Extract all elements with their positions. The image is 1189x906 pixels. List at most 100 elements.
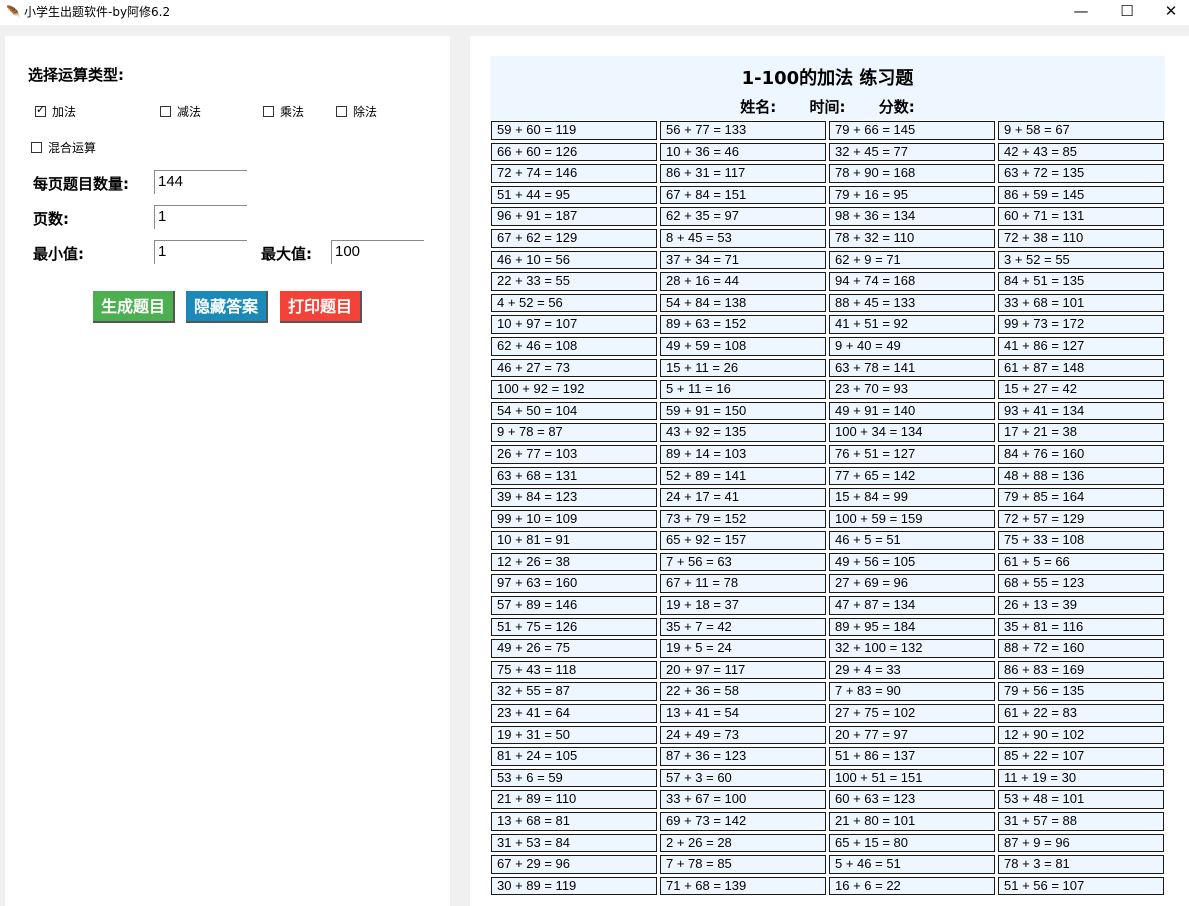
problem-cell: 69 + 73 = 142 [660,812,826,831]
problem-cell: 4 + 52 = 56 [491,293,657,313]
worksheet-panel: 1-100的加法 练习题 姓名: 时间: 分数: 59 + 60 = 119 56… [470,36,1189,906]
feather-icon: 🪶 [6,5,21,19]
problem-cell: 12 + 90 = 102 [998,725,1164,745]
problem-cell: 61 + 5 = 66 [998,552,1164,572]
problem-cell: 8 + 45 = 53 [660,228,826,248]
problem-cell: 67 + 84 = 151 [660,185,826,205]
close-button[interactable]: ✕ [1148,0,1189,25]
problem-cell: 19 + 31 = 50 [491,725,657,745]
problem-cell: 63 + 68 = 131 [491,466,657,486]
problem-cell: 19 + 18 = 37 [660,596,826,615]
problem-cell: 31 + 57 = 88 [998,812,1164,831]
problem-cell: 67 + 62 = 129 [491,228,657,248]
per-page-input[interactable]: 144 [154,170,247,194]
problem-cell: 100 + 51 = 151 [829,768,995,788]
problem-cell: 72 + 57 = 129 [998,509,1164,529]
worksheet-title: 1-100的加法 练习题 [741,68,914,89]
problem-cell: 20 + 77 = 97 [829,725,995,745]
problem-cell: 10 + 36 = 46 [660,142,826,162]
minimize-button[interactable]: — [1058,0,1104,25]
problem-cell: 46 + 10 = 56 [491,250,657,270]
problem-cell: 60 + 71 = 131 [998,207,1164,226]
problem-cell: 89 + 95 = 184 [829,617,995,637]
problem-cell: 98 + 36 = 134 [829,207,995,226]
problem-cell: 94 + 74 = 168 [829,272,995,291]
checkbox-mixed[interactable]: 混合运算 [31,139,96,156]
checkbox-division[interactable]: 除法 [336,103,377,120]
problem-cell: 19 + 5 = 24 [660,639,826,658]
problem-cell: 73 + 79 = 152 [660,509,826,529]
checkbox-label: 减法 [177,105,202,119]
problem-cell: 39 + 84 = 123 [491,488,657,507]
problem-cell: 57 + 3 = 60 [660,768,826,788]
problem-cell: 54 + 50 = 104 [491,401,657,421]
worksheet-header: 1-100的加法 练习题 姓名: 时间: 分数: [490,56,1165,120]
problem-cell: 51 + 56 = 107 [998,876,1164,896]
checkbox-box[interactable] [35,103,46,117]
problem-cell: 16 + 6 = 22 [829,876,995,896]
problem-cell: 23 + 70 = 93 [829,380,995,399]
problem-cell: 15 + 27 = 42 [998,380,1164,399]
problem-cell: 51 + 44 = 95 [491,185,657,205]
problem-cell: 22 + 33 = 55 [491,272,657,291]
problem-cell: 79 + 56 = 135 [998,682,1164,702]
problem-cell: 62 + 35 = 97 [660,207,826,226]
checkbox-multiplication[interactable]: 乘法 [263,103,304,120]
problem-cell: 27 + 69 = 96 [829,574,995,594]
problem-cell: 79 + 66 = 145 [829,121,995,140]
checkbox-addition[interactable]: 加法 [35,103,76,120]
problem-cell: 27 + 75 = 102 [829,704,995,723]
problem-cell: 68 + 55 = 123 [998,574,1164,594]
print-button[interactable]: 打印题目 [280,291,362,323]
checkbox-label: 加法 [52,105,77,119]
problem-cell: 59 + 60 = 119 [491,121,657,140]
problem-cell: 59 + 91 = 150 [660,401,826,421]
problem-cell: 17 + 21 = 38 [998,423,1164,442]
problem-cell: 32 + 55 = 87 [491,682,657,702]
max-value-input[interactable]: 100 [331,240,424,264]
time-label: 时间: [809,98,846,116]
problem-cell: 87 + 9 = 96 [998,833,1164,853]
problem-cell: 20 + 97 = 117 [660,660,826,680]
maximize-button[interactable]: ☐ [1104,0,1150,25]
problem-cell: 9 + 58 = 67 [998,121,1164,140]
problem-cell: 12 + 26 = 38 [491,552,657,572]
problem-cell: 32 + 45 = 77 [829,142,995,162]
checkbox-box[interactable] [336,106,347,117]
hide-answers-button[interactable]: 隐藏答案 [186,291,268,323]
problem-cell: 7 + 56 = 63 [660,552,826,572]
problem-cell: 21 + 80 = 101 [829,812,995,831]
problem-cell: 97 + 63 = 160 [491,574,657,594]
problem-cell: 78 + 32 = 110 [829,228,995,248]
problem-cell: 41 + 51 = 92 [829,315,995,334]
checkbox-box[interactable] [160,106,171,117]
problem-cell: 9 + 78 = 87 [491,423,657,442]
problem-cell: 49 + 59 = 108 [660,336,826,356]
problem-cell: 35 + 81 = 116 [998,617,1164,637]
problem-cell: 24 + 17 = 41 [660,488,826,507]
problem-cell: 22 + 36 = 58 [660,682,826,702]
problem-cell: 100 + 92 = 192 [491,380,657,399]
problem-cell: 79 + 85 = 164 [998,488,1164,507]
problem-cell: 15 + 11 = 26 [660,358,826,378]
pages-label: 页数: [33,210,69,228]
problem-cell: 88 + 72 = 160 [998,639,1164,658]
problem-cell: 2 + 26 = 28 [660,833,826,853]
problem-cell: 99 + 73 = 172 [998,315,1164,334]
min-value-input[interactable]: 1 [154,240,247,264]
problem-cell: 7 + 78 = 85 [660,855,826,874]
generate-button[interactable]: 生成题目 [93,291,175,323]
pages-input[interactable]: 1 [154,205,247,229]
checkbox-subtraction[interactable]: 减法 [160,103,201,120]
checkbox-box[interactable] [263,106,274,117]
problem-cell: 24 + 49 = 73 [660,725,826,745]
problem-cell: 56 + 77 = 133 [660,121,826,140]
problem-cell: 3 + 52 = 55 [998,250,1164,270]
problem-cell: 54 + 84 = 138 [660,293,826,313]
checkbox-box[interactable] [31,142,42,153]
problem-cell: 78 + 3 = 81 [998,855,1164,874]
problem-cell: 89 + 63 = 152 [660,315,826,334]
problem-cell: 47 + 87 = 134 [829,596,995,615]
window-title: 小学生出题软件-by阿修6.2 [24,5,171,19]
problem-cell: 66 + 60 = 126 [491,142,657,162]
